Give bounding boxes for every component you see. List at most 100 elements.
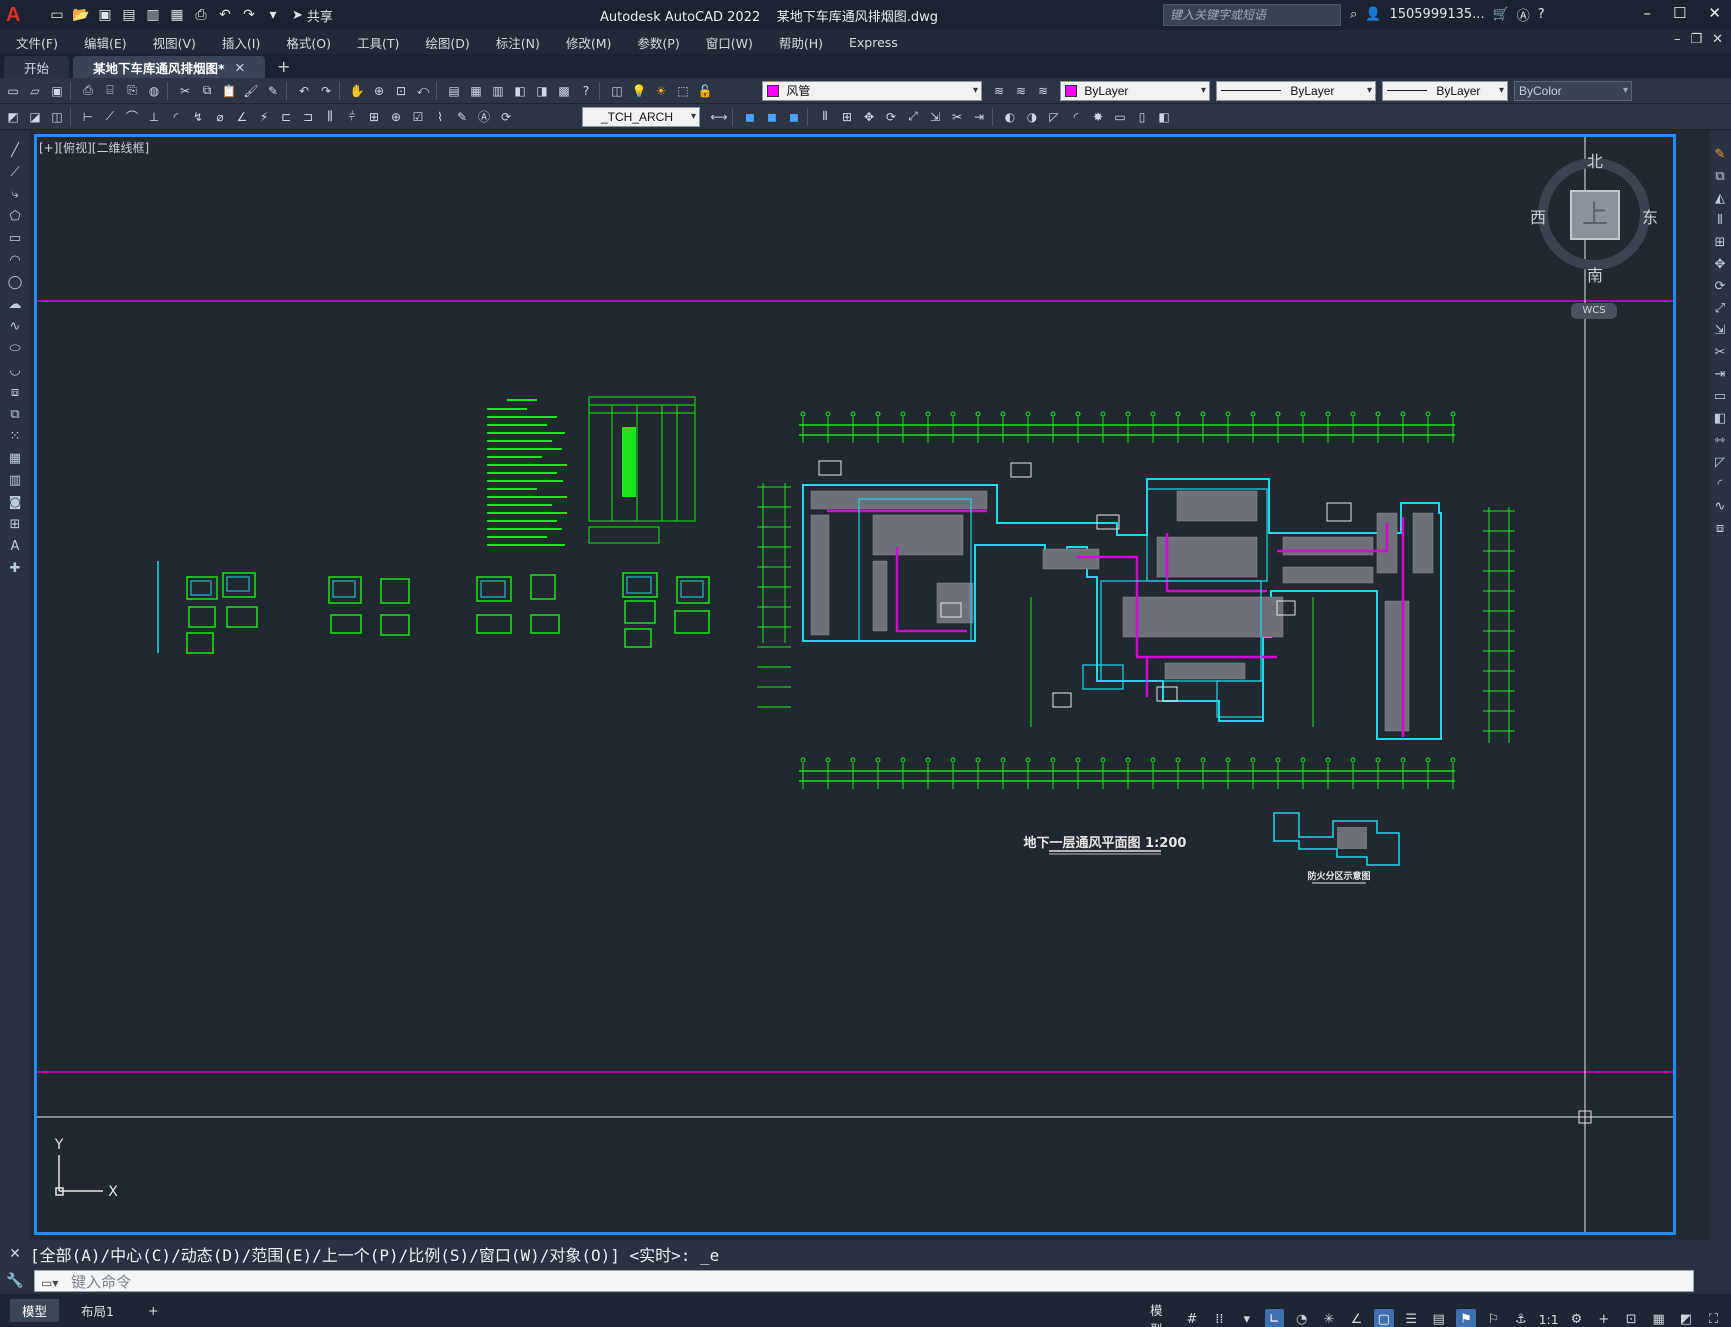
dim-text-edit-icon[interactable]: Ⓐ	[475, 108, 493, 126]
block-editor-icon[interactable]: ✎	[264, 82, 282, 100]
zoom-window-icon[interactable]: ⊡	[392, 82, 410, 100]
open-icon[interactable]: ▱	[26, 82, 44, 100]
erase-icon[interactable]: ◼	[741, 108, 759, 126]
circle-icon[interactable]: ◯	[6, 273, 24, 291]
hardware-acceleration-icon[interactable]: ◩	[1676, 1309, 1695, 1327]
drawing-viewport[interactable]: [+][俯视][二维线框] 地下一层通风平面图 1:200 防火分区示意图 Y …	[34, 134, 1676, 1235]
angular-dim-icon[interactable]: ∠	[233, 108, 251, 126]
user-icon[interactable]: 👤	[1365, 7, 1381, 22]
aligned-dim-icon[interactable]: ⟋	[101, 108, 119, 126]
menu-edit[interactable]: 编辑(E)	[84, 33, 127, 52]
ortho-icon[interactable]: ∟	[1264, 1309, 1284, 1327]
insert-block-icon[interactable]: ⧈	[6, 383, 24, 401]
lineweight-dropdown[interactable]: ByLayer ▾	[1382, 81, 1508, 101]
plot-icon[interactable]: ⎙	[192, 6, 210, 24]
inspect-icon[interactable]: ☑	[409, 108, 427, 126]
close-icon[interactable]: ✕	[1708, 4, 1721, 22]
plot-icon[interactable]: ⎙	[79, 82, 97, 100]
layer-previous-icon[interactable]: ≋	[1012, 82, 1030, 100]
tab-model[interactable]: 模型	[10, 1299, 60, 1322]
trim-icon[interactable]: ✂	[1711, 343, 1729, 361]
annotation-visibility-icon[interactable]: ⚑	[1456, 1309, 1476, 1327]
publish-icon[interactable]: ⎘	[123, 82, 141, 100]
clean-screen-icon[interactable]: ⛶	[1704, 1309, 1723, 1327]
viewcube[interactable]: 上 北 南 东 西	[1530, 148, 1660, 285]
trim-icon[interactable]: ✂	[948, 108, 966, 126]
stretch-icon[interactable]: ⇲	[1711, 321, 1729, 339]
command-input[interactable]: ▭▾ 键入命令	[34, 1270, 1694, 1292]
menu-file[interactable]: 文件(F)	[16, 33, 58, 52]
linetype-dropdown[interactable]: ByLayer ▾	[1216, 81, 1376, 101]
snap-icon[interactable]: ⁞⁞	[1210, 1309, 1229, 1327]
line-icon[interactable]: ╱	[6, 141, 24, 159]
grid-icon[interactable]: #	[1182, 1309, 1201, 1327]
tab-close-icon[interactable]: ✕	[235, 60, 245, 75]
region-icon[interactable]: ◙	[6, 493, 24, 511]
open-file-icon[interactable]: 📂	[72, 6, 90, 24]
redo-icon[interactable]: ↷	[240, 6, 258, 24]
layer-states-icon[interactable]: ≋	[1034, 82, 1052, 100]
table-icon[interactable]: ⊞	[6, 515, 24, 533]
scale-icon[interactable]: ⤢	[1711, 299, 1729, 317]
fillet-icon[interactable]: ◜	[1067, 108, 1085, 126]
ellipse-arc-icon[interactable]: ◡	[6, 361, 24, 379]
hatch-icon[interactable]: ▦	[6, 449, 24, 467]
object-snap-tracking-icon[interactable]: ∠	[1347, 1309, 1366, 1327]
explode-icon[interactable]: ✸	[1089, 108, 1107, 126]
diameter-dim-icon[interactable]: ⌀	[211, 108, 229, 126]
attribute-icon[interactable]: ▭	[1111, 108, 1129, 126]
save-icon[interactable]: ▣	[96, 6, 114, 24]
isometric-icon[interactable]: ✳	[1319, 1309, 1338, 1327]
recent-commands-icon[interactable]: ▭▾	[41, 1276, 58, 1290]
explode-icon[interactable]: ⧈	[1711, 519, 1729, 537]
maximize-icon[interactable]: ☐	[1673, 4, 1686, 22]
ordinate-dim-icon[interactable]: ⊥	[145, 108, 163, 126]
quick-dim-icon[interactable]: ⚡	[255, 108, 273, 126]
search-input[interactable]: 键入关键字或短语	[1163, 4, 1341, 26]
snap-dropdown-icon[interactable]: ▾	[1237, 1309, 1256, 1327]
doc-minimize-icon[interactable]: –	[1674, 32, 1681, 47]
autodesk-app-icon[interactable]: Ⓐ	[1517, 5, 1530, 24]
compass-north[interactable]: 北	[1587, 148, 1603, 172]
mirror-icon[interactable]: ◭	[1711, 189, 1729, 207]
layer-dropdown[interactable]: 风管 ▾	[762, 81, 982, 101]
command-close-icon[interactable]: ✕	[0, 1246, 30, 1262]
rotate-icon[interactable]: ⟳	[882, 108, 900, 126]
help-icon[interactable]: ?	[577, 82, 595, 100]
plotstyle-dropdown[interactable]: ByColor ▾	[1514, 81, 1632, 101]
new-tab-button[interactable]: +	[277, 56, 290, 78]
tab-drawing[interactable]: 某地下车库通风排烟图* ✕	[73, 56, 266, 78]
blend-curves-icon[interactable]: ∿	[1711, 497, 1729, 515]
auto-scale-icon[interactable]: ⚐	[1484, 1309, 1503, 1327]
construction-line-icon[interactable]: ⟋	[6, 163, 24, 181]
workspace-gear-icon[interactable]: ⚙	[1567, 1309, 1586, 1327]
autocad-logo-icon[interactable]: A	[6, 4, 28, 26]
text-style-dropdown[interactable]: _TCH_ARCH ▾	[582, 107, 700, 127]
copy-icon[interactable]: ⧉	[1711, 167, 1729, 185]
point-icon[interactable]: ⁙	[6, 427, 24, 445]
menu-draw[interactable]: 绘图(D)	[425, 33, 469, 52]
offset-icon[interactable]: ⫴	[1711, 211, 1729, 229]
compass-south[interactable]: 南	[1587, 262, 1603, 286]
spline-icon[interactable]: ∿	[6, 317, 24, 335]
share-button[interactable]: ➤ 共享	[292, 6, 333, 25]
arc-icon[interactable]: ◠	[6, 251, 24, 269]
rectangle-icon[interactable]: ▭	[6, 229, 24, 247]
chamfer-icon[interactable]: ◸	[1045, 108, 1063, 126]
match-properties-icon[interactable]: 🖌	[242, 82, 260, 100]
menu-view[interactable]: 视图(V)	[153, 33, 196, 52]
jogged-linear-icon[interactable]: ⌇	[431, 108, 449, 126]
join-icon[interactable]: ⇿	[1711, 431, 1729, 449]
radius-dim-icon[interactable]: ◜	[167, 108, 185, 126]
make-block-icon[interactable]: ⧉	[6, 405, 24, 423]
menu-insert[interactable]: 插入(I)	[222, 33, 260, 52]
menu-window[interactable]: 窗口(W)	[706, 33, 753, 52]
compass-east[interactable]: 东	[1642, 204, 1658, 228]
scale-icon[interactable]: ⤢	[904, 108, 922, 126]
wcs-menu[interactable]: WCS	[1571, 303, 1617, 319]
sheet-set-icon[interactable]: ◧	[511, 82, 529, 100]
annotation-monitor-icon[interactable]: +	[1594, 1309, 1613, 1327]
move-icon[interactable]: ✥	[860, 108, 878, 126]
rotate-icon[interactable]: ⟳	[1711, 277, 1729, 295]
chamfer-icon[interactable]: ◸	[1711, 453, 1729, 471]
